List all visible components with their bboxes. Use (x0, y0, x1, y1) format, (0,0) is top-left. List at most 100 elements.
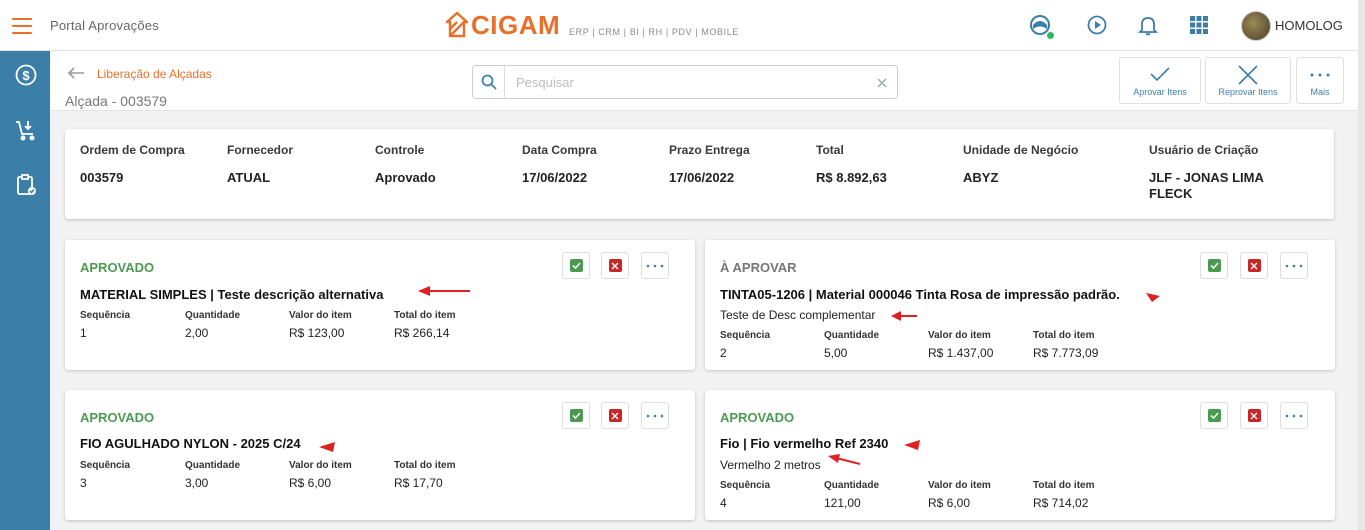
field-value: R$ 6,00 (928, 496, 971, 510)
item-card: APROVADO FIO AGULHADO NYLON - 2025 C/24 … (65, 390, 695, 520)
field-label: Valor do item (289, 310, 352, 321)
field-total: Total do item R$ 714,02 (1033, 480, 1094, 510)
search-icon[interactable] (473, 66, 505, 98)
scrollbar[interactable] (1358, 0, 1365, 530)
check-icon (1147, 63, 1173, 87)
reject-item-button[interactable] (601, 402, 629, 429)
clipboard-check-icon[interactable] (14, 173, 38, 197)
item-card: À APROVAR TINTA05-1206 | Material 000046… (705, 240, 1335, 370)
field-sequencia: Sequência 2 (720, 330, 770, 360)
clear-icon[interactable] (876, 76, 888, 88)
reject-item-button[interactable] (1240, 402, 1268, 429)
summary-label: Prazo Entrega (669, 143, 750, 157)
summary-label: Unidade de Negócio (963, 143, 1079, 157)
logo-mark-icon (446, 12, 468, 38)
more-button[interactable]: Mais (1296, 57, 1344, 104)
field-value: R$ 123,00 (289, 326, 345, 340)
bell-icon[interactable] (1135, 12, 1161, 38)
item-more-button[interactable] (641, 252, 669, 279)
menu-icon[interactable] (12, 18, 32, 34)
field-label: Valor do item (928, 330, 991, 341)
check-icon (569, 259, 583, 272)
svg-text:$: $ (22, 68, 30, 83)
item-more-button[interactable] (1280, 402, 1308, 429)
cart-download-icon[interactable] (14, 118, 38, 142)
summary-field: Ordem de Compra 003579 (80, 143, 185, 186)
summary-label: Total (816, 143, 844, 157)
approve-item-button[interactable] (562, 252, 590, 279)
more-icon (1307, 63, 1333, 87)
reject-items-label: Reprovar Itens (1218, 87, 1278, 97)
item-title: TINTA05-1206 | Material 000046 Tinta Ros… (720, 287, 1120, 302)
more-icon (646, 264, 664, 267)
apps-grid-icon[interactable] (1186, 12, 1212, 38)
field-value: R$ 17,70 (394, 476, 443, 490)
field-value: 121,00 (824, 496, 861, 510)
field-quantidade: Quantidade 2,00 (185, 310, 240, 340)
item-more-button[interactable] (641, 402, 669, 429)
red-arrow-annotation (828, 454, 860, 465)
close-icon (608, 409, 622, 422)
red-arrow-annotation (319, 442, 335, 452)
field-label: Total do item (1033, 480, 1095, 491)
reject-items-button[interactable]: Reprovar Itens (1205, 57, 1291, 104)
play-icon[interactable] (1084, 12, 1110, 38)
field-label: Total do item (1033, 330, 1095, 341)
reject-item-button[interactable] (601, 252, 629, 279)
field-label: Valor do item (289, 460, 352, 471)
summary-label: Fornecedor (227, 143, 294, 157)
field-value: 3,00 (185, 476, 209, 490)
field-value: R$ 266,14 (394, 326, 450, 340)
red-arrow-annotation (418, 286, 470, 296)
field-valor: Valor do item R$ 6,00 (289, 460, 352, 490)
check-icon (569, 409, 583, 422)
breadcrumb[interactable]: Liberação de Alçadas (97, 67, 212, 81)
item-card: APROVADO Fio | Fio vermelho Ref 2340 Ver… (705, 390, 1335, 520)
field-total: Total do item R$ 7.773,09 (1033, 330, 1098, 360)
search-box (472, 65, 898, 99)
summary-field: Data Compra 17/06/2022 (522, 143, 597, 186)
search-input[interactable] (516, 73, 856, 91)
reject-item-button[interactable] (1240, 252, 1268, 279)
more-label: Mais (1310, 87, 1330, 97)
status-badge: APROVADO (80, 260, 155, 275)
money-icon[interactable]: $ (14, 63, 38, 87)
approve-item-button[interactable] (1200, 252, 1228, 279)
field-valor: Valor do item R$ 6,00 (928, 480, 991, 510)
red-arrow-annotation (904, 440, 920, 450)
field-label: Sequência (80, 460, 131, 471)
summary-field: Controle Aprovado (375, 143, 436, 186)
approve-items-button[interactable]: Aprovar Itens (1119, 57, 1201, 104)
more-icon (646, 414, 664, 417)
red-arrow-annotation (891, 311, 917, 321)
field-valor: Valor do item R$ 1.437,00 (928, 330, 993, 360)
logo-text: CIGAM (471, 10, 561, 40)
field-label: Quantidade (185, 310, 241, 321)
summary-value: R$ 8.892,63 (816, 170, 887, 185)
check-icon (1207, 259, 1221, 272)
approve-item-button[interactable] (562, 402, 590, 429)
username[interactable]: HOMOLOG (1275, 18, 1343, 33)
field-label: Quantidade (824, 330, 880, 341)
item-description: Vermelho 2 metros (720, 458, 821, 472)
item-description: Teste de Desc complementar (720, 308, 876, 322)
summary-value: 17/06/2022 (522, 170, 588, 185)
order-summary-card: Ordem de Compra 003579 Fornecedor ATUAL Co… (65, 129, 1334, 219)
summary-field: Total R$ 8.892,63 (816, 143, 887, 186)
back-arrow-icon[interactable] (67, 66, 85, 80)
field-value: R$ 7.773,09 (1033, 346, 1099, 360)
brand-logo: CIGAM (446, 10, 560, 40)
summary-field: Fornecedor ATUAL (227, 143, 293, 186)
logo-subtitle: ERP | CRM | BI | RH | PDV | MOBILE (569, 27, 739, 37)
item-more-button[interactable] (1280, 252, 1308, 279)
item-card: APROVADO MATERIAL SIMPLES | Teste descri… (65, 240, 695, 370)
avatar[interactable] (1241, 11, 1271, 41)
field-value: 2,00 (185, 326, 209, 340)
approve-item-button[interactable] (1200, 402, 1228, 429)
support-icon[interactable] (1027, 12, 1055, 40)
close-icon (1235, 63, 1261, 87)
field-value: 1 (80, 326, 87, 340)
summary-field: Prazo Entrega 17/06/2022 (669, 143, 750, 186)
online-status-indicator (1046, 31, 1055, 40)
page-header: Liberação de Alçadas Alçada - 003579 Apr… (50, 51, 1358, 111)
